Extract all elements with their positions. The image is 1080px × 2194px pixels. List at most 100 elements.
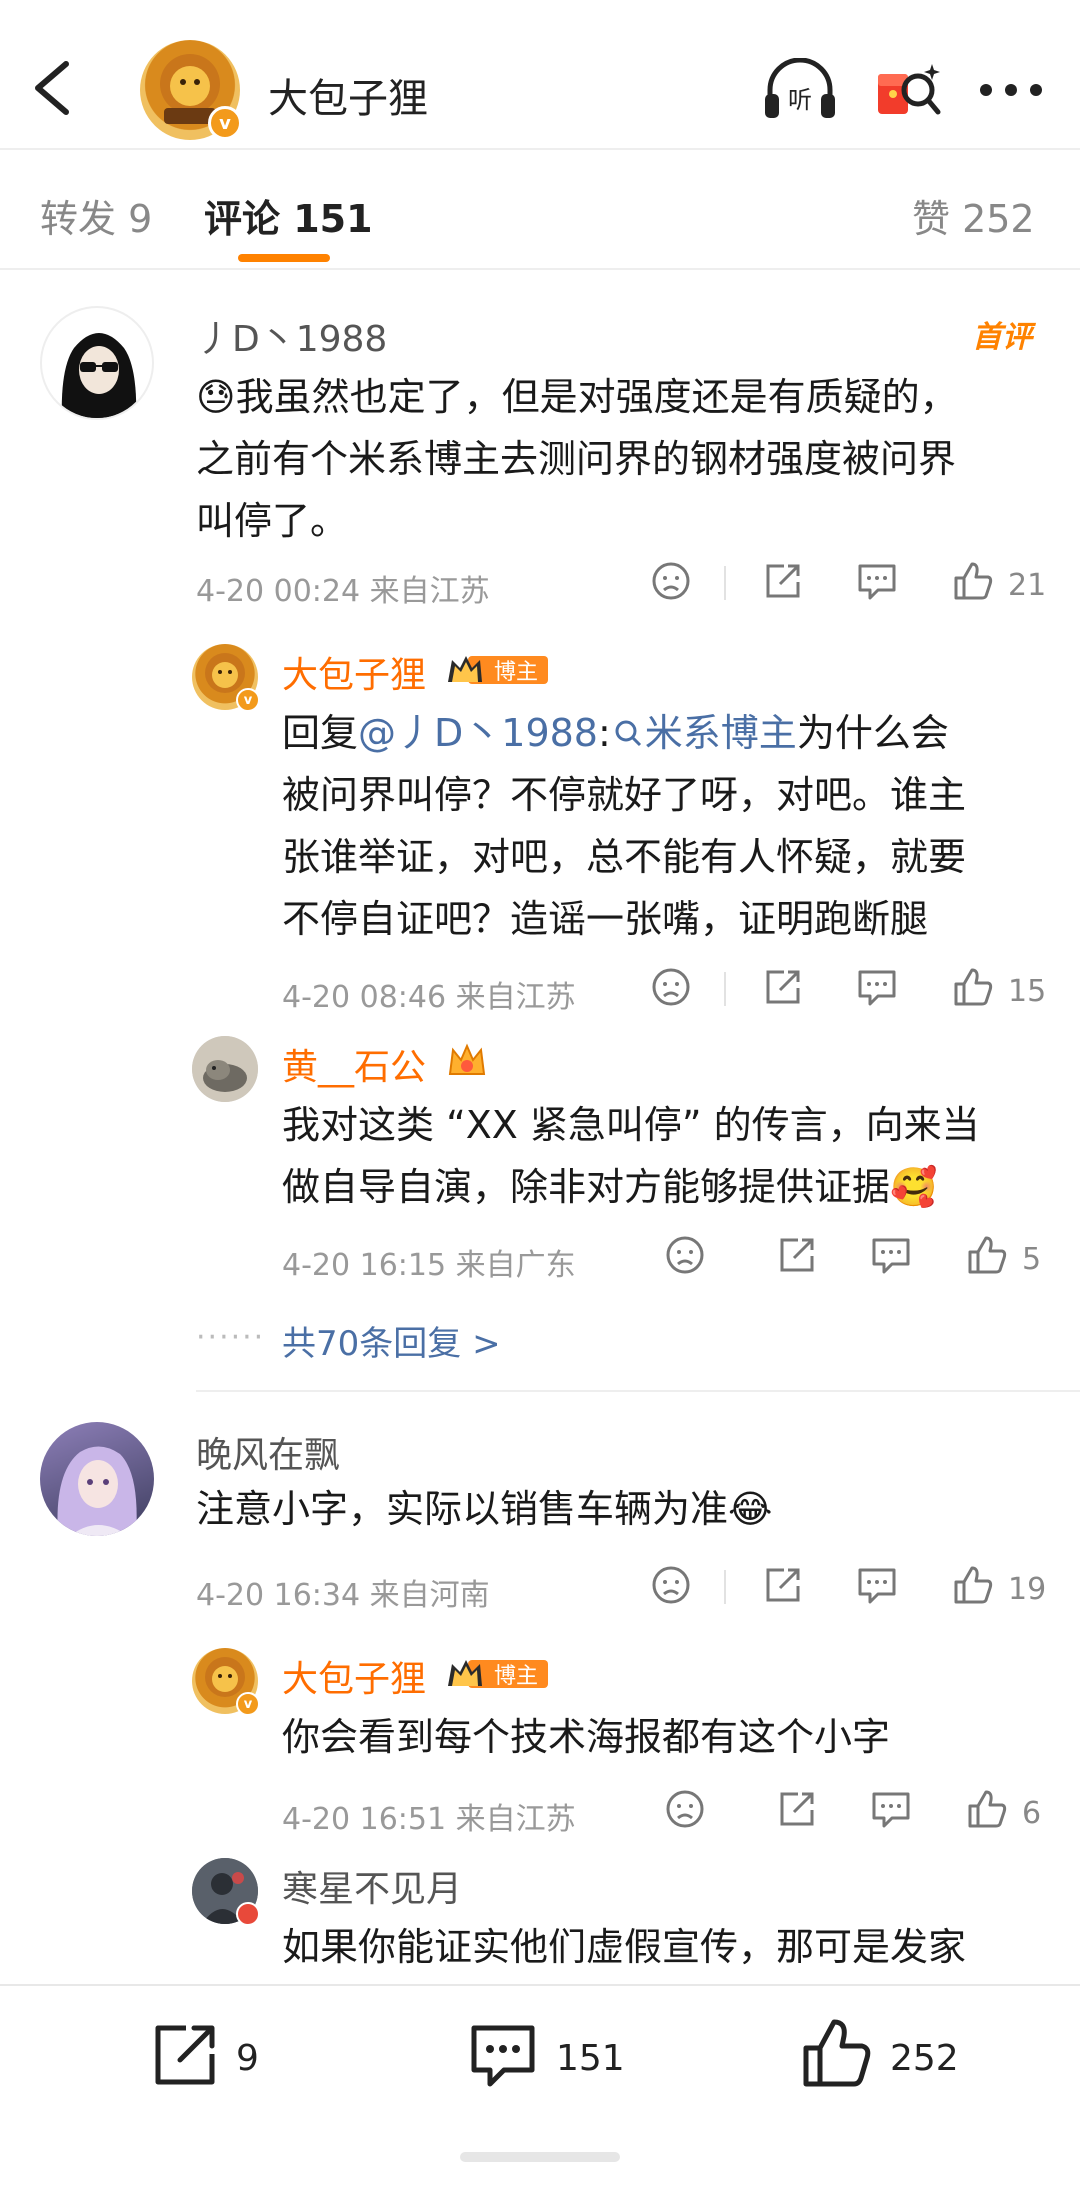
dislike-face-icon[interactable] xyxy=(650,560,692,602)
repost-button[interactable]: 9 xyxy=(150,2020,290,2100)
tab-bar: 转发 9 评论 151 赞 252 xyxy=(0,150,1080,270)
repost-count: 9 xyxy=(236,2038,259,2079)
reply-line: 张谁举证，对吧，总不能有人怀疑，就要 xyxy=(282,835,967,879)
dislike-face-icon[interactable] xyxy=(664,1234,706,1276)
first-comment-tag: 首评 xyxy=(972,320,1032,355)
share-icon[interactable] xyxy=(776,1788,818,1830)
like-thumb-icon[interactable] xyxy=(966,1234,1008,1276)
like-count: 15 xyxy=(1008,974,1047,1009)
active-tab-indicator xyxy=(238,254,330,262)
commenter-name[interactable]: 晚风在飘 xyxy=(196,1426,340,1478)
emoji-laugh: 😂 xyxy=(728,1487,773,1531)
verified-badge-icon: v xyxy=(236,688,260,712)
crown-badge-icon xyxy=(448,1043,486,1075)
dislike-face-icon[interactable] xyxy=(650,966,692,1008)
comment-meta: 4-20 16:34 来自河南 xyxy=(196,1578,490,1613)
dislike-face-icon[interactable] xyxy=(664,1788,706,1830)
like-count-total: 252 xyxy=(890,2038,959,2079)
reply-line: 被问界叫停？不停就好了呀，对吧。谁主 xyxy=(282,773,967,817)
reply-text: 我对这类 “XX 紧急叫停” 的传言，向来当 做自导自演，除非对方能够提供证据🥰 xyxy=(282,1094,1052,1218)
reply-bubble-icon[interactable] xyxy=(856,560,898,602)
comment-text: 注意小字，实际以销售车辆为准😂 xyxy=(196,1478,1046,1540)
dislike-face-icon[interactable] xyxy=(650,1564,692,1606)
replier-name[interactable]: 寒星不见月 xyxy=(282,1860,462,1912)
like-count: 5 xyxy=(1022,1242,1042,1277)
replier-name[interactable]: 大包子狸 xyxy=(282,646,426,698)
bottom-action-bar: 9 151 252 xyxy=(0,1984,1080,2194)
colon: : xyxy=(597,711,611,755)
share-icon[interactable] xyxy=(762,966,804,1008)
reply-bubble-icon[interactable] xyxy=(870,1234,912,1276)
user-avatar-icon xyxy=(61,333,137,418)
comment-count: 151 xyxy=(556,2038,625,2079)
comment-divider xyxy=(196,1390,1080,1392)
replier-name[interactable]: 大包子狸 xyxy=(282,1650,426,1702)
like-button[interactable]: 252 xyxy=(800,2019,1000,2100)
comment-line: 注意小字，实际以销售车辆为准 xyxy=(196,1487,729,1531)
reply-actions: 6 xyxy=(654,1788,1064,1838)
view-more-replies-link[interactable]: 共70条回复 > xyxy=(282,1316,501,1365)
more-options-icon[interactable] xyxy=(980,84,1042,98)
top-nav-bar: v 大包子狸 听 xyxy=(0,0,1080,150)
like-thumb-icon[interactable] xyxy=(952,1564,994,1606)
share-icon[interactable] xyxy=(776,1234,818,1276)
verified-badge-icon: v xyxy=(236,1692,260,1716)
blogger-badge-label: 博主 xyxy=(494,1664,539,1689)
anime-girl-avatar-icon xyxy=(57,1446,137,1536)
repost-icon xyxy=(155,2025,215,2085)
like-count: 21 xyxy=(1008,568,1047,603)
avatar[interactable] xyxy=(40,1422,154,1536)
mention-link[interactable]: @丿D丶1988 xyxy=(358,711,598,755)
comment-line: 之前有个米系博主去测问界的钢材强度被问界 xyxy=(196,437,957,481)
dog-photo-icon xyxy=(192,1036,258,1102)
svg-text:听: 听 xyxy=(788,86,812,114)
reply-line: 我对这类 “XX 紧急叫停” 的传言，向来当 xyxy=(282,1103,980,1147)
blogger-badge-label: 博主 xyxy=(494,660,539,685)
tab-likes[interactable]: 赞 252 xyxy=(912,188,1035,243)
share-icon[interactable] xyxy=(762,560,804,602)
listen-headphones-icon[interactable]: 听 xyxy=(762,58,838,122)
comment-icon xyxy=(471,2025,535,2087)
divider xyxy=(724,972,726,1006)
red-packet-search-icon[interactable] xyxy=(874,60,944,122)
back-arrow-icon[interactable] xyxy=(30,58,74,118)
divider xyxy=(724,566,726,600)
reply-bubble-icon[interactable] xyxy=(870,1788,912,1830)
like-thumb-icon[interactable] xyxy=(966,1788,1008,1830)
commenter-name[interactable]: 丿D丶1988 xyxy=(196,310,387,362)
emoji-sweat: 😓 xyxy=(196,375,236,419)
replier-name[interactable]: 黄__石公 xyxy=(282,1038,426,1090)
member-badge-icon xyxy=(236,1902,260,1926)
share-icon[interactable] xyxy=(762,1564,804,1606)
avatar[interactable] xyxy=(192,1036,258,1102)
comment-line: 我虽然也定了，但是对强度还是有质疑的， xyxy=(235,375,958,419)
divider xyxy=(724,1570,726,1604)
reply-meta: 4-20 16:51 来自江苏 xyxy=(282,1802,576,1837)
reply-actions: 15 xyxy=(640,966,1060,1016)
comment-text: 😓我虽然也定了，但是对强度还是有质疑的， 之前有个米系博主去测问界的钢材强度被问… xyxy=(196,366,1046,552)
comment-actions: 19 xyxy=(640,1564,1060,1614)
reply-line: 不停自证吧？造谣一张嘴，证明跑断腿 xyxy=(282,897,929,941)
reply-bubble-icon[interactable] xyxy=(856,966,898,1008)
thread-dots: ······ xyxy=(196,1320,266,1355)
comment-meta: 4-20 00:24 来自江苏 xyxy=(196,574,490,609)
author-name[interactable]: 大包子狸 xyxy=(268,66,428,124)
reply-line: 做自导自演，除非对方能够提供证据 xyxy=(282,1165,891,1209)
avatar[interactable] xyxy=(40,306,154,420)
tab-repost[interactable]: 转发 9 xyxy=(40,188,152,243)
topic-link[interactable]: 米系博主 xyxy=(645,711,797,755)
reply-prefix: 回复 xyxy=(282,711,359,755)
like-thumb-icon[interactable] xyxy=(952,560,994,602)
tab-comments[interactable]: 评论 151 xyxy=(204,188,373,243)
emoji-love: 🥰 xyxy=(890,1165,938,1209)
like-count: 6 xyxy=(1022,1796,1042,1831)
reply-text: 如果你能证实他们虚假宣传，那可是发家 xyxy=(282,1925,967,1969)
like-thumb-icon[interactable] xyxy=(952,966,994,1008)
reply-bubble-icon[interactable] xyxy=(856,1564,898,1606)
home-indicator xyxy=(460,2152,620,2162)
reply-actions: 5 xyxy=(654,1234,1064,1284)
search-topic-icon xyxy=(615,720,641,747)
reply-text: 你会看到每个技术海报都有这个小字 xyxy=(282,1715,891,1759)
verified-badge-icon: v xyxy=(208,106,242,140)
comment-button[interactable]: 151 xyxy=(468,2020,648,2100)
